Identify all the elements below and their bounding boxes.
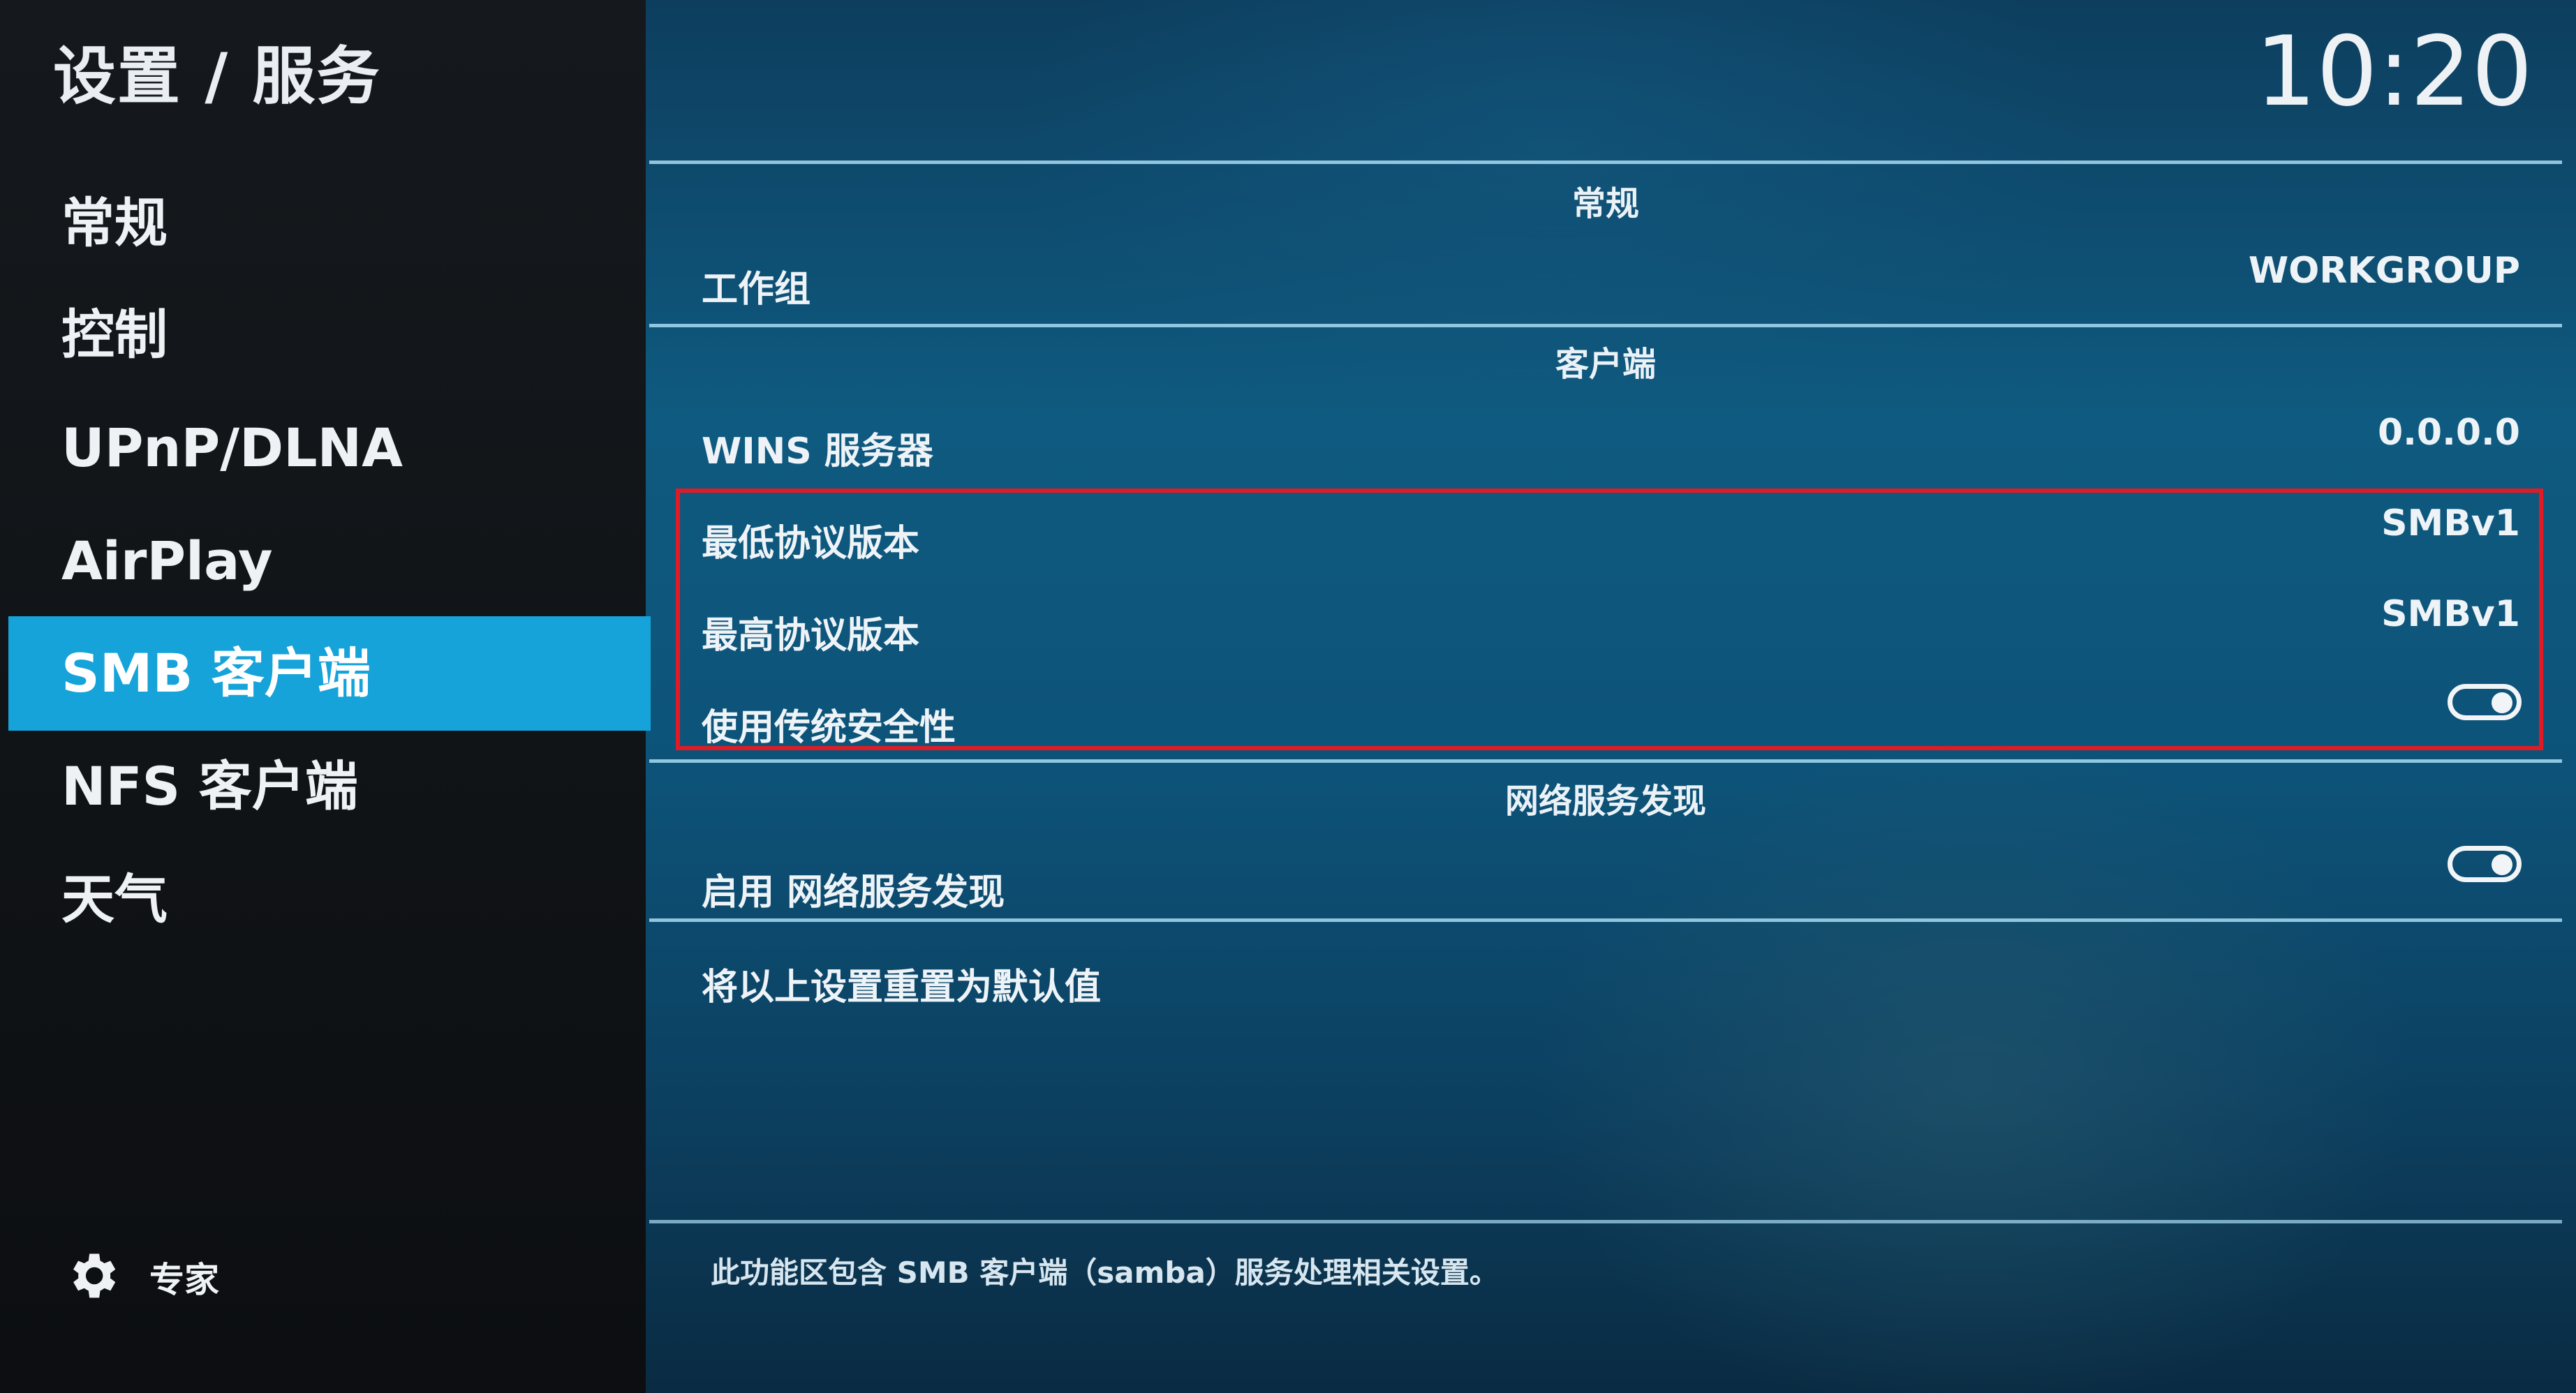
kodi-settings-screen: 设置 / 服务 常规 控制 UPnP/DLNA AirPlay SMB 客户端 …: [0, 0, 2576, 1393]
enable-discovery-label[interactable]: 启用 网络服务发现: [702, 863, 1005, 915]
highlight-box: [676, 489, 2543, 750]
workgroup-value: WORKGROUP: [2248, 250, 2520, 292]
sidebar-item-control[interactable]: 控制: [8, 278, 651, 392]
reset-defaults-button[interactable]: 将以上设置重置为默认值: [702, 958, 1101, 1010]
separator: [649, 161, 2562, 164]
section-header-discovery: 网络服务发现: [1504, 782, 1706, 821]
separator: [649, 324, 2562, 327]
sidebar-item-weather[interactable]: 天气: [8, 842, 651, 957]
settings-level-label: 专家: [149, 1260, 219, 1300]
sidebar-item-smb-client[interactable]: SMB 客户端: [8, 616, 651, 731]
section-header-general: 常规: [1571, 184, 1639, 223]
page-title: 设置 / 服务: [53, 40, 381, 113]
clock: 10:20: [2255, 15, 2533, 128]
sidebar-item-upnp-dlna[interactable]: UPnP/DLNA: [8, 391, 651, 505]
wins-server-value: 0.0.0.0: [2378, 412, 2520, 454]
wins-server-label[interactable]: WINS 服务器: [702, 422, 933, 474]
sidebar-item-general[interactable]: 常规: [8, 166, 651, 281]
footer-description: 此功能区包含 SMB 客户端（samba）服务处理相关设置。: [711, 1256, 1499, 1290]
sidebar-item-airplay[interactable]: AirPlay: [8, 504, 651, 618]
toggle-knob: [2492, 854, 2512, 875]
separator: [649, 759, 2562, 763]
workgroup-label[interactable]: 工作组: [702, 260, 810, 312]
section-header-client: 客户端: [1555, 345, 1656, 384]
enable-discovery-toggle[interactable]: [2448, 846, 2522, 882]
separator: [649, 1220, 2562, 1223]
sidebar-item-nfs-client[interactable]: NFS 客户端: [8, 729, 651, 844]
sidebar: 设置 / 服务 常规 控制 UPnP/DLNA AirPlay SMB 客户端 …: [0, 0, 651, 1393]
settings-level-button[interactable]: 专家: [63, 1246, 219, 1309]
separator: [649, 918, 2562, 922]
gear-icon: [63, 1246, 121, 1308]
